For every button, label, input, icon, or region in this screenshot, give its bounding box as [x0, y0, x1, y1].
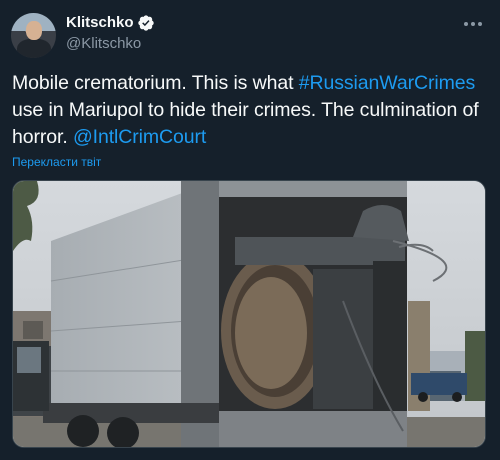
tweet-photo[interactable] [12, 180, 486, 448]
verified-badge-icon [137, 14, 155, 32]
translate-tweet-link[interactable]: Перекласти твіт [12, 155, 101, 169]
avatar-body [17, 39, 51, 58]
more-icon[interactable] [462, 14, 484, 34]
author-name-text[interactable]: Klitschko [66, 14, 134, 32]
author-name[interactable]: Klitschko [66, 14, 155, 32]
mention-link[interactable]: @IntlCrimCourt [73, 126, 206, 148]
author-handle[interactable]: @Klitschko [66, 34, 155, 54]
avatar-face [26, 21, 42, 40]
tweet: Klitschko @Klitschko Mobile crematorium.… [0, 0, 500, 460]
avatar[interactable] [11, 13, 56, 58]
author-block: Klitschko @Klitschko [66, 14, 155, 54]
tweet-text-part1: Mobile crematorium. This is what [12, 72, 299, 94]
hashtag-link[interactable]: #RussianWarCrimes [299, 72, 475, 94]
photo-truck-crematorium [13, 181, 485, 447]
tweet-text: Mobile crematorium. This is what #Russia… [12, 70, 490, 151]
